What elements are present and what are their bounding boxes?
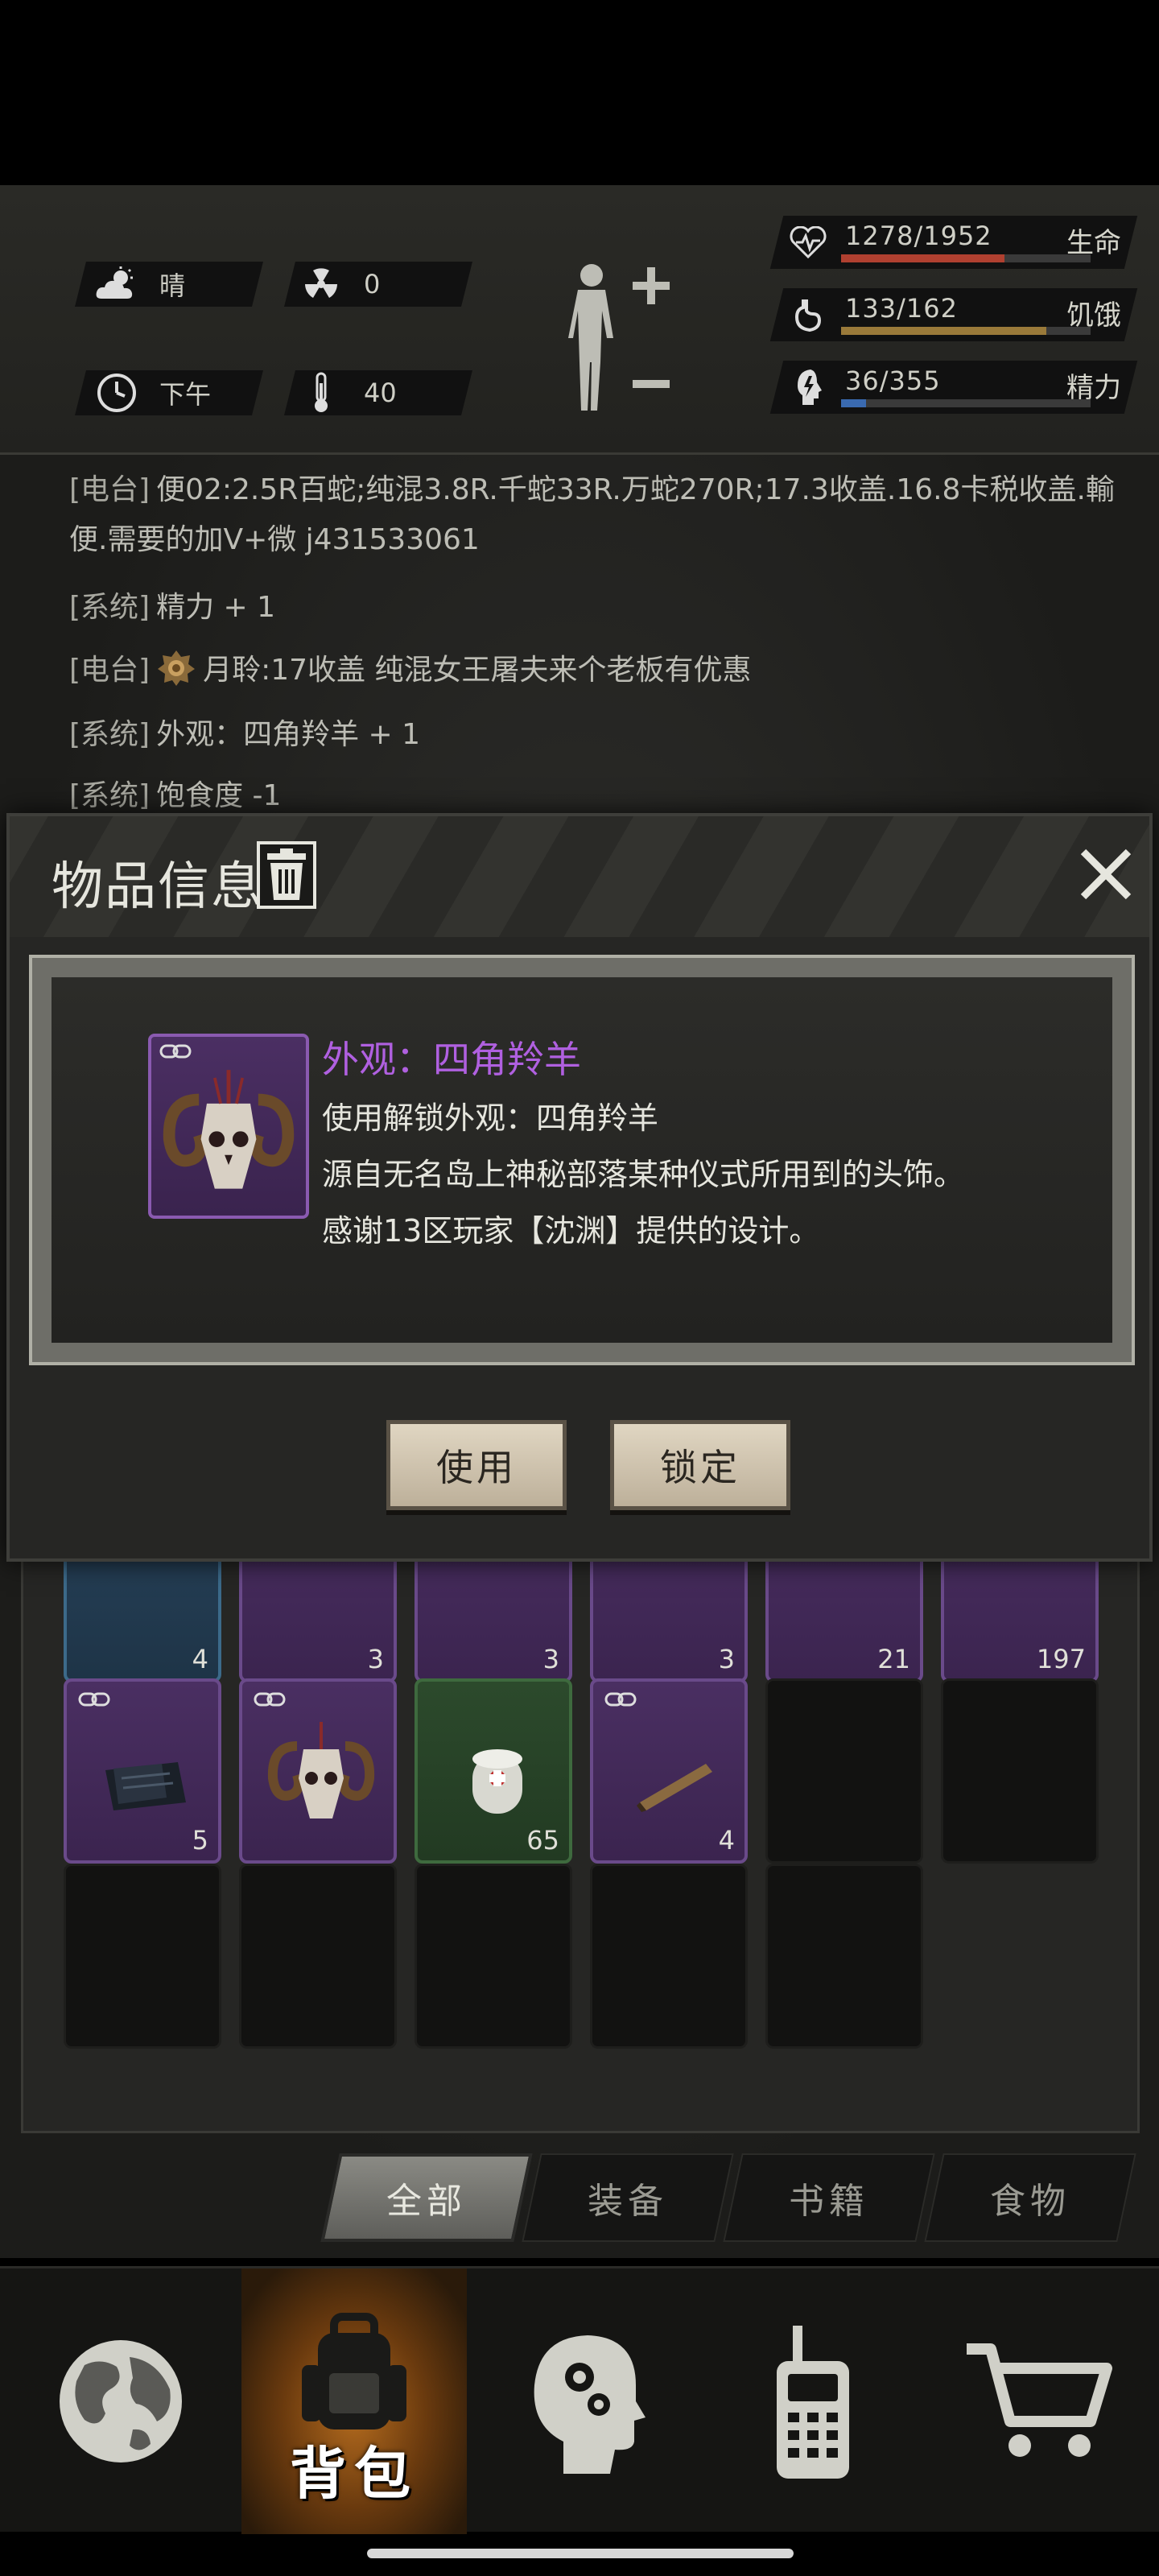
radiation-icon bbox=[299, 262, 343, 306]
log-line: [电台] 便02:2.5R百蛇;纯混3.8R.千蛇33R.万蛇270R;17.3收… bbox=[69, 473, 1115, 506]
weather-label: 晴 bbox=[159, 270, 186, 301]
inventory-slot-empty[interactable] bbox=[64, 1864, 221, 2049]
radiation-value: 0 bbox=[364, 269, 381, 299]
item-image-frame bbox=[148, 1034, 309, 1219]
hunger-label: 饥饿 bbox=[1066, 299, 1121, 332]
item-info-dialog: 物品信息 外观：四角羚羊 使用解锁外观：四角羚羊 源自无名岛上神秘部落某种仪式所… bbox=[6, 813, 1153, 1562]
log-line: [系统] 精力 + 1 bbox=[69, 591, 276, 624]
category-tabs: 全部 装备 书籍 食物 bbox=[320, 2153, 1143, 2242]
cloud-sun-icon bbox=[95, 262, 138, 306]
time-chip: 下午 bbox=[95, 370, 211, 415]
cigar-icon bbox=[637, 1764, 712, 1812]
tab-equipment[interactable]: 装备 bbox=[522, 2153, 734, 2242]
item-info-panel: 外观：四角羚羊 使用解锁外观：四角羚羊 源自无名岛上神秘部落某种仪式所用到的头饰… bbox=[29, 955, 1135, 1365]
ram-skull-icon bbox=[163, 1070, 295, 1189]
radiation-chip: 0 bbox=[299, 262, 380, 307]
inventory-slot-empty[interactable] bbox=[590, 1864, 748, 2049]
dialog-header: 物品信息 bbox=[10, 816, 1149, 937]
inventory-slot-empty[interactable] bbox=[765, 1678, 923, 1864]
lock-button[interactable]: 锁定 bbox=[610, 1420, 790, 1510]
inventory-slot-empty[interactable] bbox=[415, 1864, 572, 2049]
head-gears-icon bbox=[534, 2335, 645, 2474]
log-line: 便.需要的加V+微 j431533061 bbox=[69, 523, 480, 556]
health-value: 1278/1952 bbox=[845, 221, 992, 251]
inventory-slot[interactable] bbox=[239, 1678, 397, 1864]
energy-label: 精力 bbox=[1066, 372, 1121, 404]
hunger-bar bbox=[841, 327, 1091, 335]
dialog-title: 物品信息 bbox=[52, 857, 264, 917]
body-status-figure[interactable] bbox=[555, 258, 676, 419]
nav-backpack-label: 背包 bbox=[290, 2441, 419, 2507]
inventory-slot-empty[interactable] bbox=[239, 1864, 397, 2049]
tab-all[interactable]: 全部 bbox=[320, 2153, 533, 2242]
health-bar bbox=[841, 254, 1091, 262]
tab-books[interactable]: 书籍 bbox=[723, 2153, 935, 2242]
inventory-grid: 4 3 3 3 21 197 5 65 4 bbox=[21, 1497, 1140, 2133]
bottom-nav: 背包 bbox=[0, 2266, 1159, 2534]
inventory-slot-empty[interactable] bbox=[765, 1864, 923, 2049]
item-desc-line: 使用解锁外观：四角羚羊 bbox=[322, 1100, 659, 1136]
nav-radio[interactable] bbox=[700, 2268, 926, 2534]
health-label: 生命 bbox=[1066, 227, 1121, 259]
weather-chip: 晴 bbox=[95, 262, 185, 307]
item-description: 使用解锁外观：四角羚羊 源自无名岛上神秘部落某种仪式所用到的头饰。 感谢13区玩… bbox=[322, 1090, 964, 1259]
nav-skills[interactable] bbox=[471, 2268, 696, 2534]
inventory-slot[interactable]: 4 bbox=[590, 1678, 748, 1864]
inventory-slot[interactable]: 65 bbox=[415, 1678, 572, 1864]
item-desc-line: 源自无名岛上神秘部落某种仪式所用到的头饰。 bbox=[322, 1157, 965, 1192]
stomach-icon bbox=[786, 293, 830, 336]
backpack-icon bbox=[302, 2313, 406, 2429]
inventory-slot[interactable]: 5 bbox=[64, 1678, 221, 1864]
nav-backpack[interactable]: 背包 bbox=[241, 2268, 467, 2534]
cloth-item-icon bbox=[105, 1762, 186, 1810]
thermometer-icon bbox=[299, 371, 343, 415]
nav-world-map[interactable] bbox=[8, 2268, 233, 2534]
nav-shop[interactable] bbox=[926, 2268, 1151, 2534]
globe-icon bbox=[60, 2340, 182, 2462]
bandage-icon bbox=[472, 1749, 522, 1814]
item-desc-line: 感谢13区玩家【沈渊】提供的设计。 bbox=[322, 1213, 820, 1249]
hunger-value: 133/162 bbox=[845, 293, 958, 324]
walkie-talkie-icon bbox=[777, 2326, 849, 2479]
log-line: [电台] 月聆:17收盖 纯混女王屠夫来个老板有优惠 bbox=[69, 646, 1099, 710]
clock-icon bbox=[95, 371, 138, 415]
medal-icon bbox=[158, 649, 196, 686]
close-button[interactable] bbox=[1072, 840, 1140, 908]
ram-skull-icon bbox=[267, 1722, 375, 1818]
link-icon bbox=[254, 1692, 286, 1707]
link-icon bbox=[604, 1692, 637, 1707]
use-button[interactable]: 使用 bbox=[386, 1420, 567, 1510]
energy-icon bbox=[786, 365, 830, 409]
heart-icon bbox=[786, 221, 830, 264]
tab-food[interactable]: 食物 bbox=[924, 2153, 1136, 2242]
inventory-slot-empty[interactable] bbox=[941, 1678, 1099, 1864]
message-log[interactable]: [电台] 便02:2.5R百蛇;纯混3.8R.千蛇33R.万蛇270R;17.3收… bbox=[69, 465, 1115, 821]
energy-bar bbox=[841, 399, 1091, 407]
log-line: [系统] 外观：四角羚羊 + 1 bbox=[69, 718, 421, 751]
temperature-value: 40 bbox=[364, 378, 397, 408]
item-name: 外观：四角羚羊 bbox=[322, 1038, 581, 1081]
top-blank-area bbox=[0, 0, 1159, 185]
time-label: 下午 bbox=[159, 379, 212, 410]
home-indicator[interactable] bbox=[367, 2549, 794, 2558]
link-icon bbox=[78, 1692, 110, 1707]
energy-value: 36/355 bbox=[845, 365, 941, 396]
temperature-chip: 40 bbox=[299, 370, 397, 415]
trash-icon[interactable] bbox=[256, 840, 317, 910]
shopping-cart-icon bbox=[967, 2343, 1112, 2457]
